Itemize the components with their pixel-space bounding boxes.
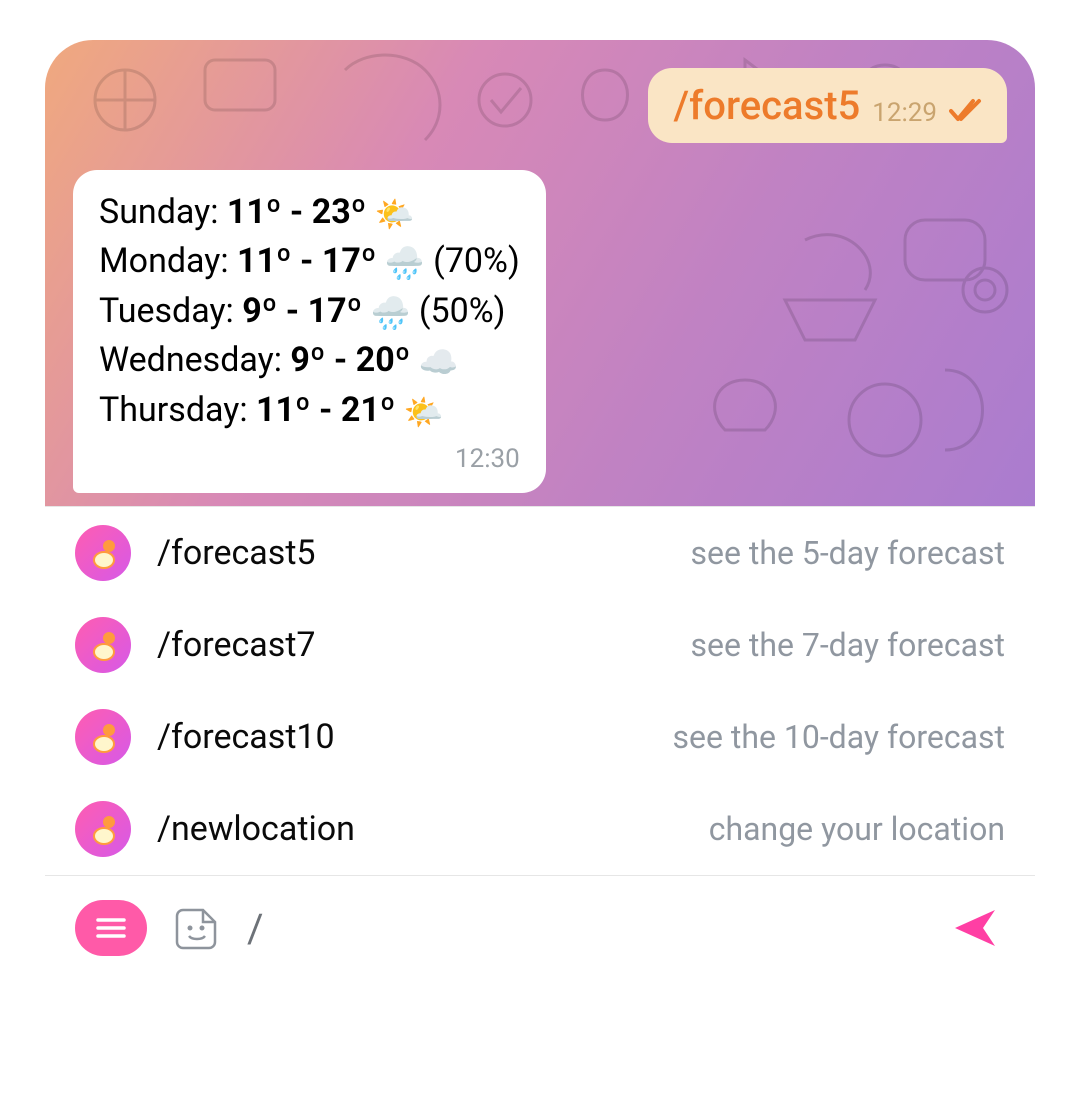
forecast-row: Thursday: 11º - 21º 🌤️ bbox=[99, 386, 520, 435]
outgoing-message-time: 12:29 bbox=[872, 98, 937, 128]
bot-avatar-icon bbox=[75, 525, 131, 581]
forecast-day: Thursday: bbox=[99, 390, 256, 430]
forecast-day: Monday: bbox=[99, 241, 237, 281]
command-description: see the 10-day forecast bbox=[672, 718, 1005, 756]
sticker-button[interactable] bbox=[171, 902, 223, 954]
forecast-range: 11º - 23º bbox=[227, 192, 366, 232]
bot-avatar-icon bbox=[75, 617, 131, 673]
compose-input[interactable]: / bbox=[247, 905, 921, 952]
read-ticks-icon bbox=[949, 97, 985, 125]
command-item[interactable]: /forecast7 see the 7-day forecast bbox=[45, 599, 1035, 691]
chat-background: /forecast5 12:29 Sunday: 11º - 23º 🌤️Mon… bbox=[45, 40, 1035, 506]
forecast-day: Sunday: bbox=[99, 192, 227, 232]
bot-avatar-icon bbox=[75, 709, 131, 765]
forecast-range: 9º - 20º bbox=[290, 340, 410, 380]
forecast-row: Tuesday: 9º - 17º 🌧️ (50%) bbox=[99, 287, 520, 336]
weather-icon: ☁️ bbox=[419, 343, 459, 381]
command-name: /newlocation bbox=[157, 809, 407, 849]
command-item[interactable]: /newlocation change your location bbox=[45, 783, 1035, 875]
forecast-day: Tuesday: bbox=[99, 291, 242, 331]
command-name: /forecast5 bbox=[157, 533, 407, 573]
chat-window: /forecast5 12:29 Sunday: 11º - 23º 🌤️Mon… bbox=[45, 40, 1035, 1030]
command-description: see the 5-day forecast bbox=[690, 534, 1005, 572]
outgoing-message-text: /forecast5 bbox=[674, 82, 861, 129]
forecast-extra: (70%) bbox=[425, 241, 520, 281]
commands-menu-button[interactable] bbox=[75, 900, 147, 956]
forecast-range: 11º - 17º bbox=[237, 241, 376, 281]
command-item[interactable]: /forecast10 see the 10-day forecast bbox=[45, 691, 1035, 783]
command-description: change your location bbox=[709, 810, 1005, 848]
forecast-row: Wednesday: 9º - 20º ☁️ bbox=[99, 336, 520, 385]
weather-icon: 🌧️ bbox=[385, 244, 425, 282]
incoming-message[interactable]: Sunday: 11º - 23º 🌤️Monday: 11º - 17º 🌧️… bbox=[73, 170, 546, 493]
forecast-extra: (50%) bbox=[410, 291, 505, 331]
forecast-row: Monday: 11º - 17º 🌧️ (70%) bbox=[99, 237, 520, 286]
command-description: see the 7-day forecast bbox=[690, 626, 1005, 664]
weather-icon: 🌤️ bbox=[375, 195, 415, 233]
command-name: /forecast7 bbox=[157, 625, 407, 665]
forecast-day: Wednesday: bbox=[99, 340, 290, 380]
weather-icon: 🌤️ bbox=[404, 393, 444, 431]
command-name: /forecast10 bbox=[157, 717, 407, 757]
forecast-range: 11º - 21º bbox=[256, 390, 395, 430]
outgoing-message[interactable]: /forecast5 12:29 bbox=[648, 68, 1007, 143]
weather-icon: 🌧️ bbox=[371, 294, 411, 332]
command-item[interactable]: /forecast5 see the 5-day forecast bbox=[45, 507, 1035, 599]
bot-avatar-icon bbox=[75, 801, 131, 857]
send-button[interactable] bbox=[945, 898, 1005, 958]
incoming-message-time: 12:30 bbox=[455, 441, 520, 479]
command-suggestions: /forecast5 see the 5-day forecast/forecas… bbox=[45, 506, 1035, 875]
forecast-row: Sunday: 11º - 23º 🌤️ bbox=[99, 188, 520, 237]
compose-bar: / bbox=[45, 875, 1035, 986]
forecast-range: 9º - 17º bbox=[242, 291, 362, 331]
